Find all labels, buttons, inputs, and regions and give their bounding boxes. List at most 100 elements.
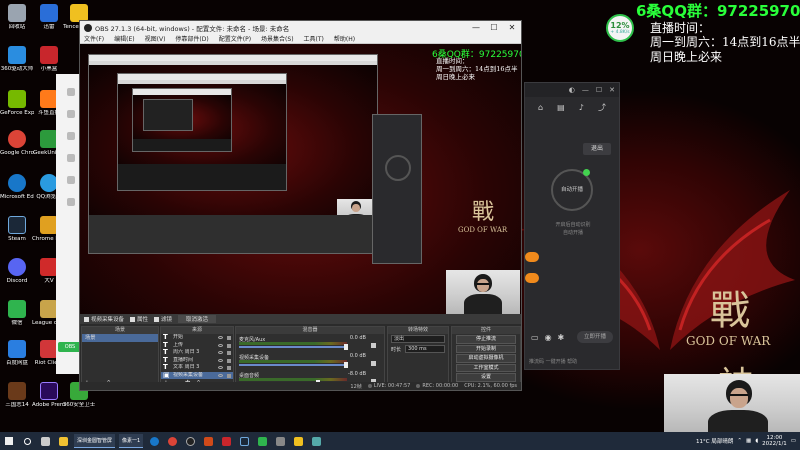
filters-button[interactable]: 滤镜 (154, 315, 172, 323)
settings-button[interactable]: 设置 (456, 373, 516, 382)
stop-streaming-button[interactable]: 停止推流 (456, 335, 516, 344)
taskbar-app[interactable] (217, 432, 235, 450)
eye-icon[interactable] (218, 373, 223, 377)
deactivate-button[interactable]: 取消激活 (178, 315, 217, 323)
obs-preview-canvas[interactable]: 6桑QQ群：972259706 直播时间： 周一到周六：14点到16点半 周日晚… (80, 44, 521, 314)
close-icon[interactable]: ✕ (503, 23, 521, 32)
eye-icon[interactable]: ◉ (545, 333, 552, 342)
eye-icon[interactable] (218, 366, 223, 369)
eye-icon[interactable] (218, 351, 223, 354)
source-item[interactable]: T 周六 周日 3 (161, 349, 233, 357)
maximize-icon[interactable]: ☐ (485, 23, 503, 32)
chevron-up-icon[interactable]: ⌃ (737, 438, 742, 444)
gear-icon[interactable]: ✱ (558, 333, 565, 342)
speaker-icon[interactable] (371, 343, 376, 348)
orange-tag-icon[interactable] (525, 273, 539, 283)
menu-help[interactable]: 帮助(H) (334, 34, 355, 43)
volume-fader[interactable] (239, 346, 347, 348)
desktop-icon-steam[interactable]: Steam (0, 216, 34, 242)
camera-icon[interactable]: ▭ (531, 333, 539, 342)
network-speed-badge[interactable]: 12% + 4.8K/s (606, 14, 634, 42)
source-item[interactable]: T 上传 (161, 342, 233, 350)
properties-button[interactable]: 属性 (130, 315, 148, 323)
obs-window[interactable]: OBS 27.1.3 (64-bit, windows) - 配置文件: 未命名… (79, 20, 522, 391)
taskbar-task-view[interactable] (36, 432, 54, 450)
exit-button[interactable]: 退出 (583, 143, 611, 155)
lock-icon[interactable] (227, 336, 231, 340)
taskbar-app[interactable] (307, 432, 325, 450)
volume-icon[interactable]: ◖ (755, 438, 758, 444)
eye-icon[interactable] (218, 336, 223, 339)
menu-scene-collection[interactable]: 场景集合(S) (261, 34, 294, 43)
lock-icon[interactable] (227, 358, 231, 363)
network-icon[interactable]: ▦ (746, 438, 751, 444)
taskbar-app[interactable] (163, 432, 181, 450)
taskbar-app[interactable] (289, 432, 307, 450)
desktop-icon-chrome[interactable]: Google Chrome (0, 130, 34, 156)
taskbar-explorer[interactable] (54, 432, 72, 450)
gift-icon[interactable]: ⌂ (538, 103, 543, 112)
scene-item[interactable]: 场景 (82, 334, 158, 342)
eye-icon[interactable] (218, 358, 223, 362)
desktop-icon-wechat[interactable]: 微信 (0, 300, 34, 326)
orange-tag-icon[interactable] (525, 252, 539, 262)
start-button[interactable] (0, 432, 18, 450)
minimize-icon[interactable]: — (582, 86, 589, 94)
taskbar-app[interactable] (145, 432, 163, 450)
taskbar-app[interactable] (253, 432, 271, 450)
desktop-icon-xiaoheihe[interactable]: 小黑盒 (32, 46, 66, 72)
notification-icon[interactable]: ▭ (791, 438, 796, 444)
taskbar-app-button[interactable]: 深圳金圆智管屏 (74, 434, 116, 448)
source-item[interactable]: T 开始 (161, 334, 233, 342)
volume-fader-knob[interactable] (344, 344, 348, 350)
lock-icon[interactable] (227, 373, 231, 378)
shop-icon[interactable]: ▤ (557, 103, 565, 112)
lock-icon[interactable] (227, 366, 231, 370)
source-item[interactable]: T 直播时间 (161, 357, 233, 365)
minimize-icon[interactable]: — (467, 23, 485, 32)
taskbar-app-button[interactable]: 像素一1 (119, 434, 144, 448)
start-recording-button[interactable]: 开始录制 (456, 344, 516, 353)
desktop-icon-sanguo14[interactable]: 三国志14 (0, 382, 34, 408)
volume-fader[interactable] (239, 364, 347, 366)
volume-fader-knob[interactable] (344, 362, 348, 368)
live-assistant-window[interactable]: ◐ — ☐ ✕ ⌂ ▤ ♪ ⤴ 退出 自动开播 开启后自动识别 自动开播 ▭ ◉… (524, 82, 620, 370)
menu-profile[interactable]: 配置文件(P) (219, 34, 251, 43)
maximize-icon[interactable]: ☐ (596, 86, 602, 94)
menu-docks[interactable]: 停靠部件(D) (175, 34, 208, 43)
taskbar-app[interactable] (199, 432, 217, 450)
pin-icon[interactable]: ◐ (569, 86, 575, 94)
menu-edit[interactable]: 编辑(E) (114, 34, 134, 43)
desktop-icon-edge[interactable]: Microsoft Edge (0, 174, 34, 200)
share-icon[interactable]: ⤴ (598, 102, 606, 113)
desktop-icon-xunlei[interactable]: 迅雷 (32, 4, 66, 30)
desktop-icon-premiere[interactable]: Adobe Premie... (32, 382, 66, 408)
taskbar-search[interactable] (18, 432, 36, 450)
menu-file[interactable]: 文件(F) (84, 34, 104, 43)
speaker-icon[interactable] (371, 361, 376, 366)
close-icon[interactable]: ✕ (609, 86, 615, 94)
start-live-button[interactable]: 立即开播 (577, 331, 613, 343)
desktop-icon-discord[interactable]: Discord (0, 258, 34, 284)
weather-widget[interactable]: 11°C 局部晴朗 (696, 437, 733, 445)
desktop-icon-360-driver[interactable]: 360驱动大师 (0, 46, 34, 72)
bell-icon[interactable]: ♪ (579, 103, 584, 112)
studio-mode-button[interactable]: 工作室模式 (456, 363, 516, 372)
taskbar-app[interactable] (235, 432, 253, 450)
start-virtual-camera-button[interactable]: 启动虚拟摄像机 (456, 354, 516, 363)
lock-icon[interactable] (227, 343, 231, 348)
lock-icon[interactable] (227, 351, 231, 355)
clock[interactable]: 12:00 2022/1/1 (762, 435, 787, 447)
source-item[interactable]: T 文本 周日 3 (161, 364, 233, 372)
menu-tools[interactable]: 工具(T) (304, 34, 324, 43)
taskbar-app[interactable] (181, 432, 199, 450)
eye-icon[interactable] (218, 343, 223, 347)
menu-view[interactable]: 视图(V) (145, 34, 166, 43)
desktop-icon-recycle-bin[interactable]: 回收站 (0, 4, 34, 30)
transition-type-select[interactable]: 淡出 (391, 335, 445, 343)
desktop-icon-baidu-netdisk[interactable]: 百度网盘 (0, 340, 34, 366)
duration-input[interactable]: 300 ms (405, 345, 445, 353)
source-item[interactable]: ▣ 视频采集设备 (161, 371, 233, 379)
desktop-icon-geforce[interactable]: GeForce Experience (0, 90, 34, 116)
taskbar-app[interactable] (271, 432, 289, 450)
